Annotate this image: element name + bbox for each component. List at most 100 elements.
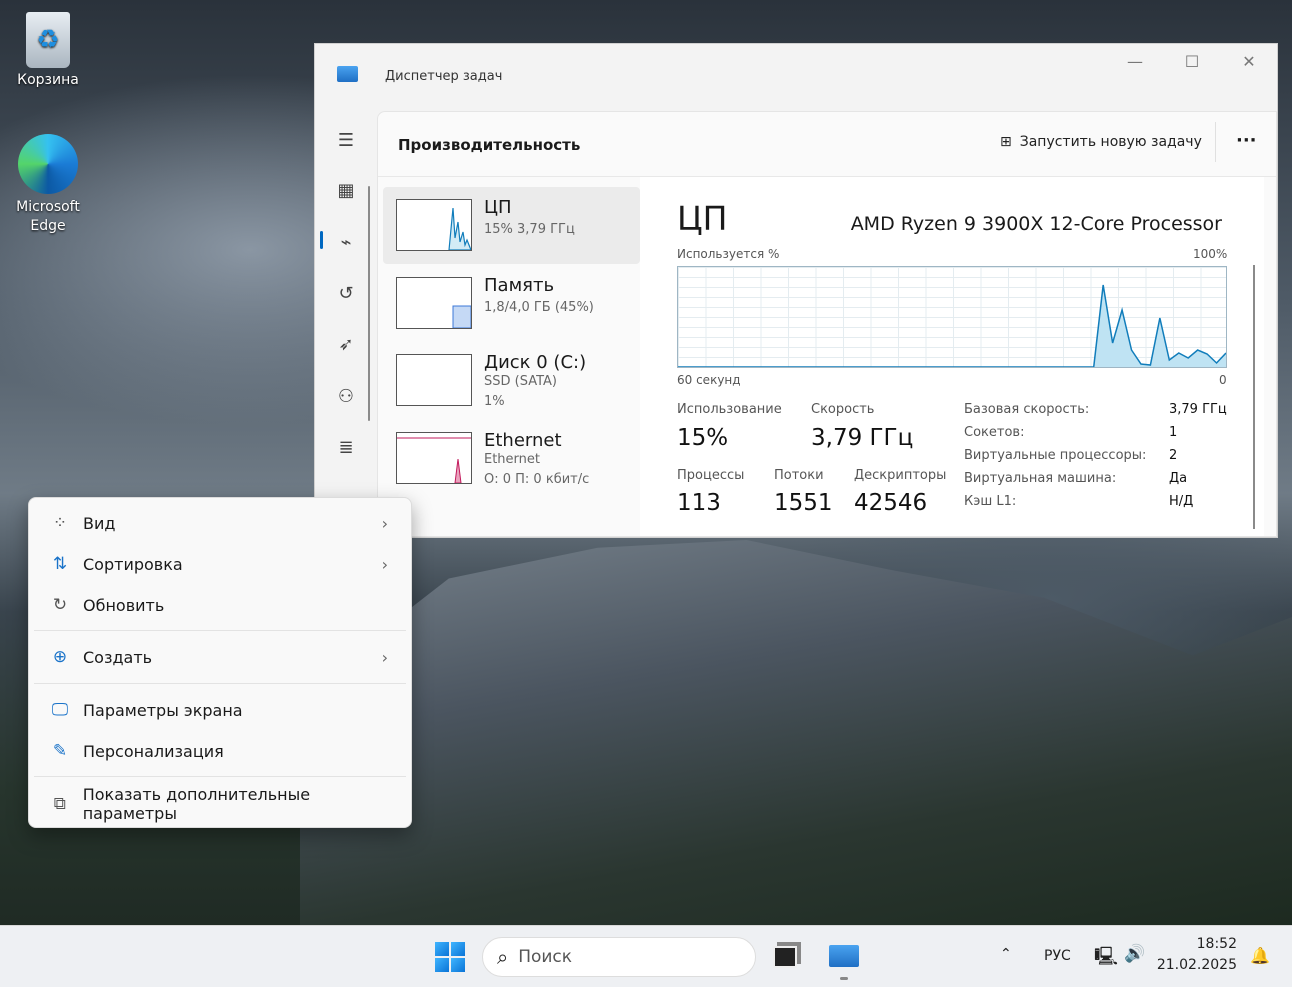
resource-detail: 15% 3,79 ГГц: [484, 222, 575, 237]
menu-item-view[interactable]: ⁘ Вид ›: [34, 504, 406, 542]
nav-scrollbar[interactable]: [368, 186, 370, 421]
run-new-task-button[interactable]: ⊞ Запустить новую задачу: [1000, 134, 1202, 150]
chevron-right-icon: ›: [381, 554, 388, 574]
resource-item-disk[interactable]: Диск 0 (C:) SSD (SATA) 1%: [383, 342, 640, 419]
usage-value: 15%: [677, 425, 729, 451]
refresh-icon: ↻: [52, 595, 68, 615]
desktop-context-menu: ⁘ Вид › ⇅ Сортировка › ↻ Обновить ⊕ Создать › 🖵…: [28, 497, 412, 828]
menu-item-sort[interactable]: ⇅ Сортировка ›: [34, 545, 406, 583]
threads-label: Потоки: [774, 468, 824, 483]
menu-label: Вид: [83, 513, 116, 533]
minimize-button[interactable]: —: [1120, 52, 1150, 74]
spec-value: Да: [1169, 471, 1188, 486]
menu-label: Создать: [83, 647, 153, 667]
window-title: Диспетчер задач: [385, 69, 503, 84]
cpu-usage-line: [678, 284, 1226, 367]
task-view-icon[interactable]: [773, 946, 797, 968]
handles-label: Дескрипторы: [854, 468, 947, 483]
cpu-thumbnail-graph: [396, 199, 472, 251]
volume-icon[interactable]: 🔊: [1124, 944, 1145, 964]
ethernet-thumbnail-graph: [396, 432, 472, 484]
startup-icon[interactable]: ➶: [331, 330, 361, 360]
sort-icon: ⇅: [52, 554, 68, 574]
disk-thumbnail-graph: [396, 354, 472, 406]
resource-detail: О: 0 П: 0 кбит/с: [484, 472, 590, 487]
menu-divider: [34, 683, 406, 684]
search-icon: ⌕: [497, 945, 509, 969]
page-title: Производительность: [398, 136, 581, 154]
network-icon[interactable]: 🖳: [1094, 944, 1118, 974]
desktop-icon-recycle-bin[interactable]: ♻ Корзина: [13, 12, 83, 88]
handles-value: 42546: [854, 490, 928, 516]
search-box[interactable]: ⌕ Поиск: [482, 937, 756, 977]
language-indicator[interactable]: РУС: [1044, 948, 1071, 964]
details-icon[interactable]: ≣: [331, 433, 361, 463]
clock-time[interactable]: 18:52: [1197, 936, 1237, 952]
resource-item-memory[interactable]: Память 1,8/4,0 ГБ (45%): [383, 265, 640, 342]
menu-label: Сортировка: [83, 554, 183, 574]
memory-thumbnail-graph: [396, 277, 472, 329]
title-bar[interactable]: Диспетчер задач — ☐ ✕: [315, 44, 1277, 111]
resource-item-cpu[interactable]: ЦП 15% 3,79 ГГц: [383, 187, 640, 264]
resource-detail: 1,8/4,0 ГБ (45%): [484, 300, 594, 315]
chevron-up-icon[interactable]: ⌃: [1000, 946, 1012, 962]
graph-min-label: 0: [1219, 373, 1227, 387]
desktop-icon-edge[interactable]: Microsoft Edge: [13, 134, 83, 236]
detail-scrollbar[interactable]: [1253, 265, 1255, 529]
cpu-usage-area: [678, 285, 1226, 367]
notifications-icon[interactable]: 🔔: [1250, 946, 1270, 965]
close-button[interactable]: ✕: [1234, 52, 1264, 74]
start-button[interactable]: [435, 942, 465, 972]
processor-name: AMD Ryzen 9 3900X 12-Core Processor: [850, 213, 1222, 235]
menu-item-refresh[interactable]: ↻ Обновить: [34, 586, 406, 624]
maximize-button[interactable]: ☐: [1177, 52, 1207, 74]
spec-value: 1: [1169, 425, 1178, 440]
more-options-button[interactable]: ···: [1236, 130, 1257, 151]
menu-divider: [34, 630, 406, 631]
display-settings-icon: 🖵: [51, 700, 69, 720]
task-manager-window: Диспетчер задач — ☐ ✕ ☰ ▦ ⌁ ↺ ➶ ⚇ ≣ Прои…: [314, 43, 1278, 538]
menu-item-show-more-options[interactable]: ⧉ Показать дополнительные параметры: [34, 785, 406, 823]
open-external-icon: ⧉: [53, 794, 66, 814]
speed-label: Скорость: [811, 402, 875, 417]
clock-date[interactable]: 21.02.2025: [1157, 957, 1237, 973]
resource-item-ethernet[interactable]: Ethernet Ethernet О: 0 П: 0 кбит/с: [383, 420, 640, 497]
graph-y-label: Используется %: [677, 247, 780, 261]
menu-item-display-settings[interactable]: 🖵 Параметры экрана: [34, 691, 406, 729]
spec-key: Виртуальная машина:: [964, 471, 1117, 486]
chevron-right-icon: ›: [381, 513, 388, 533]
usage-label: Использование: [677, 402, 782, 417]
detail-title: ЦП: [677, 199, 728, 238]
graph-x-label: 60 секунд: [677, 373, 741, 387]
spec-key: Виртуальные процессоры:: [964, 448, 1147, 463]
app-history-icon[interactable]: ↺: [331, 279, 361, 309]
spec-key: Сокетов:: [964, 425, 1025, 440]
cpu-detail: ЦП AMD Ryzen 9 3900X 12-Core Processor И…: [640, 177, 1264, 536]
desktop-icon-label: Microsoft Edge: [16, 199, 80, 234]
task-manager-icon: [337, 66, 358, 82]
resource-name: Ethernet: [484, 430, 562, 451]
mountain: [300, 540, 1292, 925]
run-new-task-label: Запустить новую задачу: [1019, 134, 1202, 150]
menu-item-new[interactable]: ⊕ Создать ›: [34, 638, 406, 676]
menu-label: Параметры экрана: [83, 700, 243, 720]
resource-name: ЦП: [484, 197, 512, 218]
speed-value: 3,79 ГГц: [811, 425, 914, 451]
spec-value: 2: [1169, 448, 1178, 463]
resource-detail: Ethernet: [484, 452, 540, 467]
performance-panel: Производительность ⊞ Запустить новую зада…: [377, 111, 1277, 537]
recycle-bin-icon: ♻: [26, 12, 70, 68]
menu-item-personalize[interactable]: ✎ Персонализация: [34, 732, 406, 770]
running-indicator: [840, 977, 848, 980]
plus-circle-icon: ⊕: [52, 647, 68, 667]
hamburger-icon[interactable]: ☰: [331, 126, 361, 156]
resource-name: Диск 0 (C:): [484, 352, 587, 373]
processes-icon[interactable]: ▦: [331, 176, 361, 206]
graph-max-label: 100%: [1193, 247, 1228, 261]
performance-icon[interactable]: ⌁: [331, 228, 361, 258]
brush-icon: ✎: [52, 741, 68, 761]
processes-label: Процессы: [677, 468, 745, 483]
task-manager-taskbar-icon[interactable]: [829, 945, 859, 967]
users-icon[interactable]: ⚇: [331, 382, 361, 412]
spec-key: Базовая скорость:: [964, 402, 1090, 417]
